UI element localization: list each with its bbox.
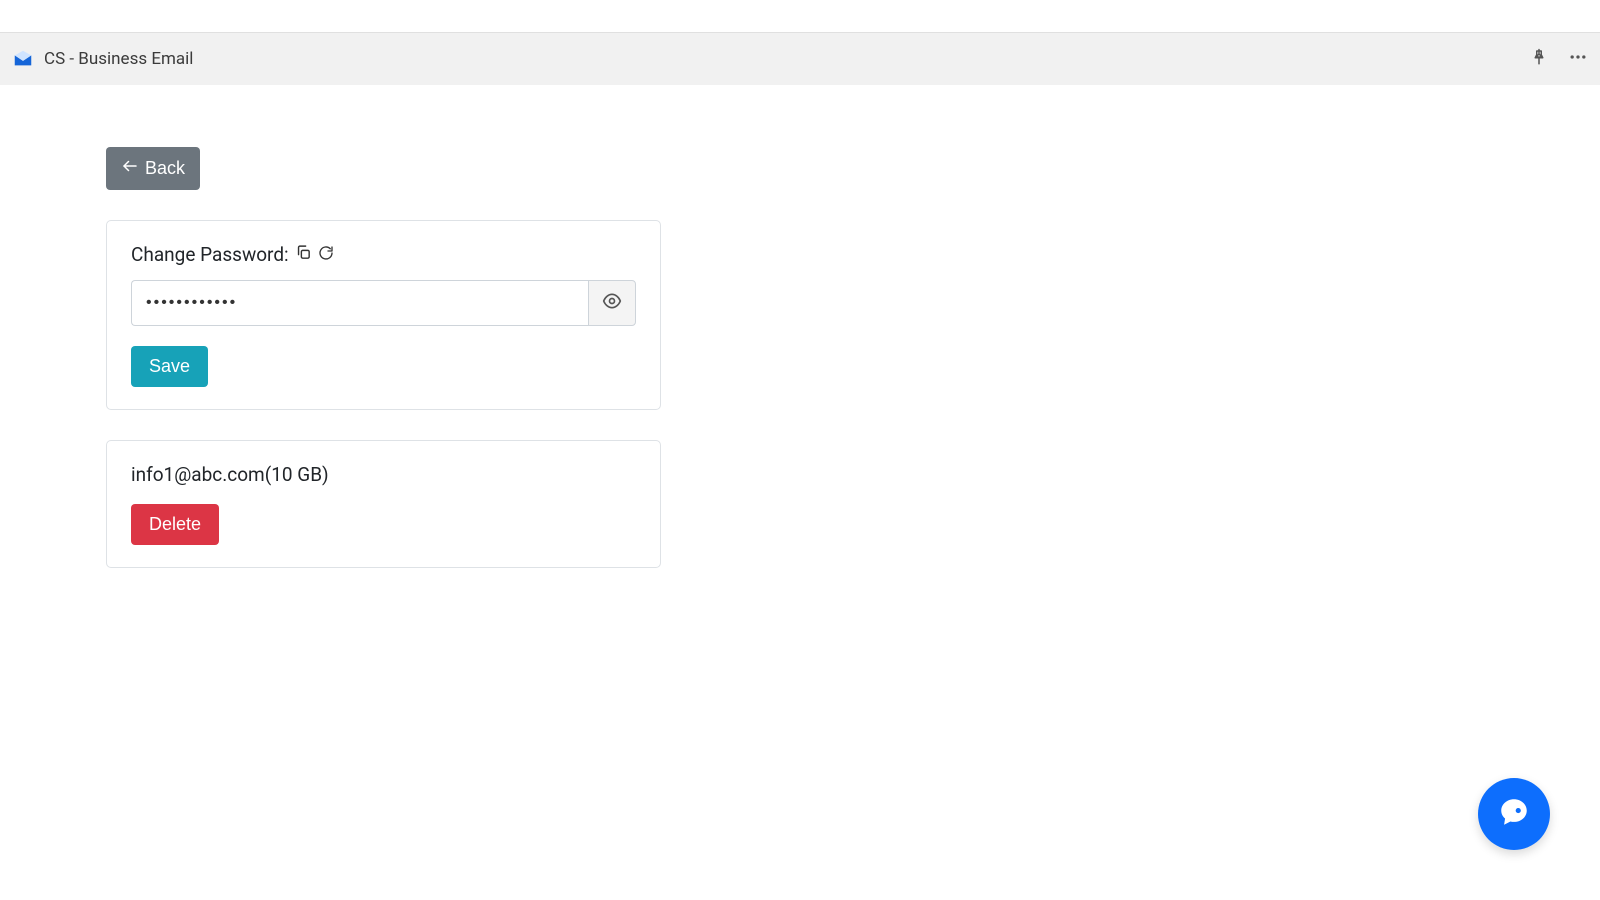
account-email: info1@abc.com [131,463,265,486]
header-left: CS - Business Email [12,48,193,70]
back-button[interactable]: Back [106,147,200,190]
chat-fab[interactable] [1478,778,1550,850]
arrow-left-icon [121,157,139,180]
change-password-label: Change Password: [131,243,289,266]
delete-button[interactable]: Delete [131,504,219,545]
chat-icon [1497,795,1531,833]
account-card: info1@abc.com(10 GB) Delete [106,440,661,568]
refresh-icon[interactable] [318,243,334,266]
eye-icon [602,291,622,315]
app-title: CS - Business Email [44,49,193,69]
password-input-group [131,280,636,326]
password-input[interactable] [131,280,588,326]
app-header: CS - Business Email [0,33,1600,85]
window-chrome-spacer [0,0,1600,33]
header-right [1530,47,1588,71]
more-icon[interactable] [1568,47,1588,71]
mail-icon [12,48,34,70]
password-label-row: Change Password: [131,243,636,266]
save-button[interactable]: Save [131,346,208,387]
back-button-label: Back [145,158,185,179]
copy-icon[interactable] [295,243,312,266]
account-quota: (10 GB) [265,463,329,486]
pin-icon[interactable] [1530,48,1548,70]
account-info: info1@abc.com(10 GB) [131,463,636,486]
main-content: Back Change Password: [0,85,1600,568]
change-password-card: Change Password: [106,220,661,410]
toggle-password-visibility[interactable] [588,280,636,326]
